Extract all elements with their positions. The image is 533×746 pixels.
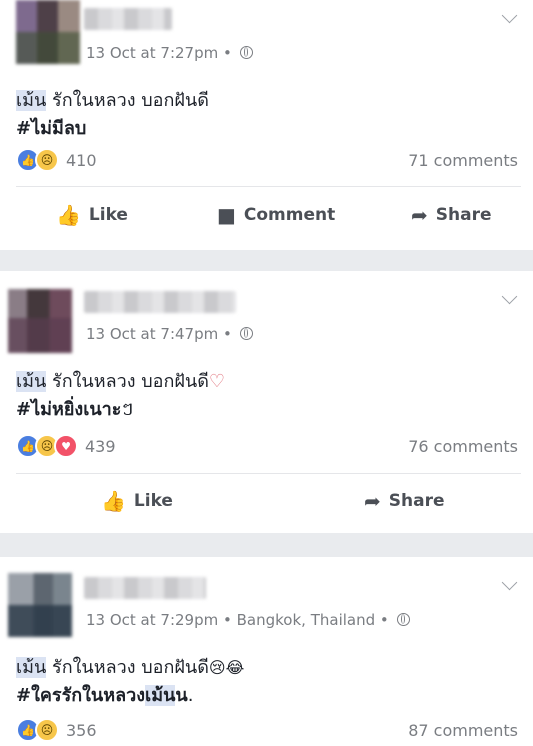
post-text: รักในหลวง บอกฝันดี (46, 371, 209, 392)
avatar[interactable] (16, 0, 80, 64)
mention-highlight[interactable]: เม้น (16, 657, 47, 678)
separator: • (223, 325, 232, 343)
comment-icon: ■ (217, 203, 236, 227)
like-label: Like (88, 205, 128, 225)
like-button[interactable]: 👍 Like (101, 491, 173, 511)
chevron-down-icon[interactable] (501, 574, 518, 591)
timestamp[interactable]: 13 Oct at 7:29pm (86, 611, 218, 629)
post-card: 13 Oct at 7:47pm • เม้น รักในหลวง บอกฝัน… (0, 271, 533, 533)
separator: • (379, 611, 389, 629)
timestamp[interactable]: 13 Oct at 7:27pm (86, 44, 218, 62)
comment-count[interactable]: 71 comments (408, 151, 518, 170)
like-button[interactable]: 👍 Like (56, 205, 128, 225)
post-meta: 13 Oct at 7:29pm • Bangkok, Thailand • (86, 611, 410, 629)
sad-reaction-icon: ☹ (35, 148, 59, 172)
thumbs-up-icon: 👍 (56, 203, 81, 227)
reaction-count: 410 (66, 150, 97, 170)
author-name-blurred[interactable] (84, 291, 236, 313)
post-meta: 13 Oct at 7:27pm • (86, 44, 253, 62)
reactions-summary[interactable]: 👍 ☹ 410 (16, 148, 97, 172)
post-card: 13 Oct at 7:27pm • เม้น รักในหลวง บอกฝัน… (0, 0, 533, 250)
hashtag[interactable]: #ไม่มีลบ (16, 118, 86, 139)
chevron-down-icon[interactable] (501, 288, 518, 305)
post-text-tail: . (187, 685, 194, 706)
comment-count[interactable]: 87 comments (408, 721, 518, 740)
avatar[interactable] (8, 289, 72, 353)
divider (16, 473, 521, 474)
love-reaction-icon: ♥ (54, 434, 78, 458)
mention-highlight[interactable]: เม้น (16, 371, 47, 392)
hashtag[interactable]: #ใครรักในหลวงเม้นน (16, 685, 188, 706)
post-text-line-2: #ไม่หยิ่งเนาะៗ (16, 395, 133, 425)
timestamp[interactable]: 13 Oct at 7:47pm (86, 325, 218, 343)
share-icon: ➦ (411, 203, 428, 227)
share-button[interactable]: ➦ Share (364, 491, 445, 511)
heart-emoji: ♡ (208, 371, 226, 392)
post-text-line-2: #ไม่มีลบ (16, 114, 86, 144)
location[interactable]: Bangkok, Thailand (237, 611, 375, 629)
post-text-line-1: เม้น รักในหลวง บอกฝันดี😢😂 (16, 653, 244, 683)
post-text-tail: ៗ (121, 399, 134, 420)
divider (16, 186, 521, 187)
hashtag-text: #ใครรักในหลวง (16, 685, 146, 706)
like-label: Like (133, 491, 173, 511)
mention-highlight[interactable]: เม้น (16, 90, 47, 111)
reaction-count: 439 (85, 436, 116, 456)
comment-label: Comment (243, 205, 336, 225)
comment-count[interactable]: 76 comments (408, 437, 518, 456)
reactions-summary[interactable]: 👍 ☹ 356 (16, 718, 97, 742)
mention-highlight: เม้น (145, 685, 176, 706)
post-meta: 13 Oct at 7:47pm • (86, 325, 253, 343)
post-text: รักในหลวง บอกฝันดี (46, 90, 209, 111)
separator: • (223, 44, 232, 62)
hashtag[interactable]: #ไม่หยิ่งเนาะ (16, 399, 121, 420)
author-name-blurred[interactable] (84, 8, 172, 30)
share-button[interactable]: ➦ Share (411, 205, 492, 225)
comment-button[interactable]: ■ Comment (217, 205, 335, 225)
emoji: 😢😂 (208, 658, 245, 677)
avatar[interactable] (8, 573, 72, 637)
post-text: รักในหลวง บอกฝันดี (46, 657, 209, 678)
globe-icon (239, 327, 253, 340)
hashtag-text-end: น (175, 685, 188, 706)
post-text-line-1: เม้น รักในหลวง บอกฝันดี (16, 86, 209, 116)
post-text-line-1: เม้น รักในหลวง บอกฝันดี♡ (16, 367, 225, 397)
reaction-count: 356 (66, 720, 97, 740)
globe-icon (396, 613, 410, 626)
separator: • (223, 611, 232, 629)
thumbs-up-icon: 👍 (101, 489, 126, 513)
chevron-down-icon[interactable] (501, 7, 518, 24)
share-label: Share (435, 205, 492, 225)
post-text-line-2: #ใครรักในหลวงเม้นน. (16, 681, 193, 711)
sad-reaction-icon: ☹ (35, 718, 59, 742)
author-name-blurred[interactable] (84, 577, 206, 599)
globe-icon (239, 46, 253, 59)
share-icon: ➦ (364, 489, 381, 513)
share-label: Share (388, 491, 445, 511)
post-card: 13 Oct at 7:29pm • Bangkok, Thailand • เ… (0, 557, 533, 746)
reactions-summary[interactable]: 👍 ☹ ♥ 439 (16, 434, 116, 458)
